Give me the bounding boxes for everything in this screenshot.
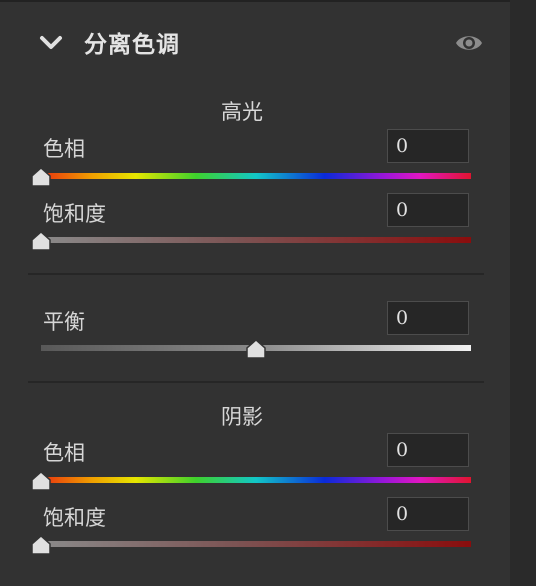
chevron-down-icon[interactable] [38, 30, 64, 56]
split-toning-panel: 分离色调 高光 色相 0 饱和度 0 平衡 0 阴影 色相 0 饱和度 0 [0, 0, 510, 586]
highlights-saturation-slider-track[interactable] [41, 237, 471, 243]
balance-label: 平衡 [43, 310, 85, 334]
panel-title: 分离色调 [84, 32, 180, 58]
highlights-saturation-input[interactable]: 0 [387, 193, 469, 227]
section-divider [28, 273, 484, 275]
highlights-hue-slider-track[interactable] [41, 173, 471, 179]
highlights-hue-input[interactable]: 0 [387, 129, 469, 163]
balance-slider-thumb[interactable] [245, 339, 267, 359]
highlights-saturation-slider-thumb[interactable] [30, 231, 52, 251]
panel-header[interactable]: 分离色调 [0, 2, 510, 82]
shadows-hue-input[interactable]: 0 [387, 433, 469, 467]
panel-scrollbar[interactable] [510, 0, 536, 586]
shadows-hue-slider-track[interactable] [41, 477, 471, 483]
highlights-title: 高光 [221, 100, 263, 124]
highlights-hue-slider-thumb[interactable] [30, 167, 52, 187]
shadows-saturation-input[interactable]: 0 [387, 497, 469, 531]
shadows-hue-slider-thumb[interactable] [30, 471, 52, 491]
shadows-saturation-slider-track[interactable] [41, 541, 471, 547]
shadows-hue-label: 色相 [43, 441, 85, 465]
shadows-saturation-label: 饱和度 [43, 506, 106, 530]
eye-icon[interactable] [454, 30, 484, 56]
balance-input[interactable]: 0 [387, 301, 469, 335]
highlights-hue-label: 色相 [43, 137, 85, 161]
shadows-title: 阴影 [221, 405, 263, 429]
shadows-saturation-slider-thumb[interactable] [30, 535, 52, 555]
section-divider [28, 381, 484, 383]
highlights-saturation-label: 饱和度 [43, 202, 106, 226]
